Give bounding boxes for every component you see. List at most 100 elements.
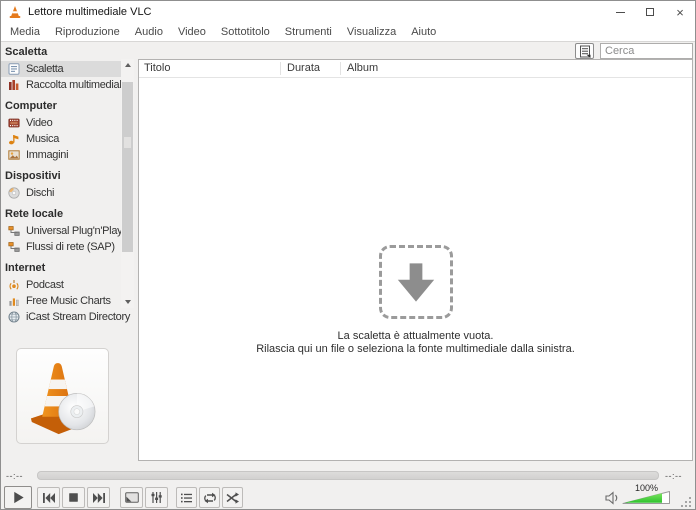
resize-grip-icon[interactable] bbox=[681, 497, 692, 508]
search-input[interactable] bbox=[600, 43, 693, 59]
window-title: Lettore multimediale VLC bbox=[28, 6, 152, 18]
fullscreen-icon bbox=[124, 492, 139, 503]
sidebar-section-scaletta: Scaletta Scaletta Raccolta multimediale bbox=[1, 43, 128, 93]
sidebar-header: Dispositivi bbox=[5, 170, 61, 182]
empty-message: La scaletta è attualmente vuota. Rilasci… bbox=[139, 330, 692, 356]
sidebar-section-computer: Computer Video Musica Immagini bbox=[1, 93, 121, 163]
drop-zone[interactable] bbox=[378, 245, 453, 319]
sidebar-item-upnp[interactable]: Universal Plug'n'Play bbox=[1, 223, 123, 239]
content-area: Scaletta Scaletta Raccolta multimediale … bbox=[1, 43, 695, 465]
close-button[interactable]: × bbox=[665, 1, 695, 23]
time-total: --:-- bbox=[665, 471, 682, 481]
music-icon bbox=[9, 135, 19, 145]
sidebar-item-raccolta-multimediale[interactable]: Raccolta multimediale bbox=[1, 77, 128, 93]
sidebar-item-label: Video bbox=[26, 117, 53, 129]
playlist-toggle-button[interactable] bbox=[176, 487, 197, 508]
network-icon bbox=[8, 242, 20, 252]
loop-button[interactable] bbox=[199, 487, 220, 508]
menu-media[interactable]: Media bbox=[10, 26, 40, 38]
sidebar-header: Internet bbox=[5, 262, 46, 274]
sidebar-item-immagini[interactable]: Immagini bbox=[1, 147, 121, 163]
close-icon: × bbox=[676, 4, 684, 20]
maximize-button[interactable] bbox=[635, 1, 665, 23]
seek-slider[interactable] bbox=[37, 471, 659, 480]
title-bar: Lettore multimediale VLC × bbox=[1, 1, 695, 23]
chevron-down-icon bbox=[124, 300, 131, 304]
loop-icon bbox=[203, 492, 216, 503]
video-icon bbox=[8, 118, 20, 128]
volume-slider[interactable] bbox=[622, 490, 671, 505]
sidebar-item-video[interactable]: Video bbox=[1, 115, 121, 131]
sidebar-section-internet: Internet Podcast Free Music Charts iCast… bbox=[1, 255, 130, 325]
next-icon bbox=[92, 492, 105, 503]
sidebar-item-label: Raccolta multimediale bbox=[26, 79, 128, 91]
fullscreen-button[interactable] bbox=[120, 487, 143, 508]
maximize-icon bbox=[646, 8, 654, 16]
sidebar-item-sap[interactable]: Flussi di rete (SAP) bbox=[1, 239, 121, 255]
sidebar-item-label: Flussi di rete (SAP) bbox=[26, 241, 115, 253]
media-library-icon bbox=[9, 80, 19, 90]
sidebar-section-rete-locale: Rete locale Universal Plug'n'Play Flussi… bbox=[1, 201, 123, 255]
next-button[interactable] bbox=[87, 487, 110, 508]
vlc-cone-artwork bbox=[30, 363, 95, 435]
previous-button[interactable] bbox=[37, 487, 60, 508]
scrollbar-thumb[interactable] bbox=[122, 82, 133, 252]
menu-strumenti[interactable]: Strumenti bbox=[285, 26, 332, 38]
play-button[interactable] bbox=[4, 486, 32, 509]
equalizer-icon bbox=[151, 492, 162, 503]
empty-message-line2: Rilascia qui un file o seleziona la font… bbox=[256, 343, 575, 355]
minimize-icon bbox=[615, 11, 625, 13]
seek-bar-row: --:-- --:-- bbox=[1, 467, 695, 485]
scroll-down-button[interactable] bbox=[121, 296, 134, 308]
podcast-icon bbox=[9, 280, 19, 290]
play-icon bbox=[13, 491, 24, 504]
menu-aiuto[interactable]: Aiuto bbox=[411, 26, 436, 38]
network-icon bbox=[8, 226, 20, 236]
stop-button[interactable] bbox=[62, 487, 85, 508]
playlist-view-toggle-button[interactable] bbox=[575, 43, 594, 59]
scrollbar-grip bbox=[124, 137, 131, 148]
playlist-panel: Titolo Durata Album La scaletta è attual… bbox=[138, 59, 693, 461]
sidebar-item-label: Podcast bbox=[26, 279, 64, 291]
sidebar-item-musica[interactable]: Musica bbox=[1, 131, 121, 147]
sidebar-header: Rete locale bbox=[5, 208, 64, 220]
empty-playlist-state: La scaletta è attualmente vuota. Rilasci… bbox=[139, 245, 692, 356]
sidebar-item-scaletta[interactable]: Scaletta bbox=[1, 61, 121, 77]
album-art bbox=[16, 348, 109, 444]
sidebar-item-podcast[interactable]: Podcast bbox=[1, 277, 121, 293]
column-header-titolo[interactable]: Titolo bbox=[144, 62, 171, 74]
menu-visualizza[interactable]: Visualizza bbox=[347, 26, 396, 38]
menu-audio[interactable]: Audio bbox=[135, 26, 163, 38]
images-icon bbox=[8, 150, 20, 160]
playlist-table-header: Titolo Durata Album bbox=[139, 60, 692, 78]
sidebar-header: Computer bbox=[5, 100, 57, 112]
sidebar-item-dischi[interactable]: Dischi bbox=[1, 185, 121, 201]
scroll-up-button[interactable] bbox=[121, 59, 134, 71]
sidebar-header: Scaletta bbox=[5, 46, 48, 58]
menu-sottotitolo[interactable]: Sottotitolo bbox=[221, 26, 270, 38]
vlc-cone-icon bbox=[9, 6, 21, 18]
playlist-view-icon bbox=[579, 45, 590, 58]
playlist-toggle-icon bbox=[181, 493, 192, 502]
column-header-album[interactable]: Album bbox=[347, 62, 378, 74]
sidebar-item-label: Universal Plug'n'Play bbox=[26, 225, 123, 237]
sidebar-scrollbar[interactable] bbox=[121, 59, 134, 308]
column-header-durata[interactable]: Durata bbox=[287, 62, 320, 74]
sidebar-item-label: Dischi bbox=[26, 187, 55, 199]
sidebar-item-label: Musica bbox=[26, 133, 60, 145]
playlist-icon bbox=[8, 63, 20, 75]
window-controls: × bbox=[605, 1, 695, 23]
menu-video[interactable]: Video bbox=[178, 26, 206, 38]
sidebar-item-free-music-charts[interactable]: Free Music Charts bbox=[1, 293, 121, 309]
sidebar-item-label: Immagini bbox=[26, 149, 69, 161]
menu-riproduzione[interactable]: Riproduzione bbox=[55, 26, 120, 38]
chevron-up-icon bbox=[124, 63, 131, 67]
equalizer-button[interactable] bbox=[145, 487, 168, 508]
shuffle-button[interactable] bbox=[222, 487, 243, 508]
menu-bar: Media Riproduzione Audio Video Sottotito… bbox=[1, 23, 695, 42]
sidebar-item-icast[interactable]: iCast Stream Directory bbox=[1, 309, 130, 325]
time-elapsed: --:-- bbox=[6, 471, 23, 481]
minimize-button[interactable] bbox=[605, 1, 635, 23]
transport-controls: 100% bbox=[1, 483, 695, 509]
column-separator bbox=[340, 62, 341, 75]
